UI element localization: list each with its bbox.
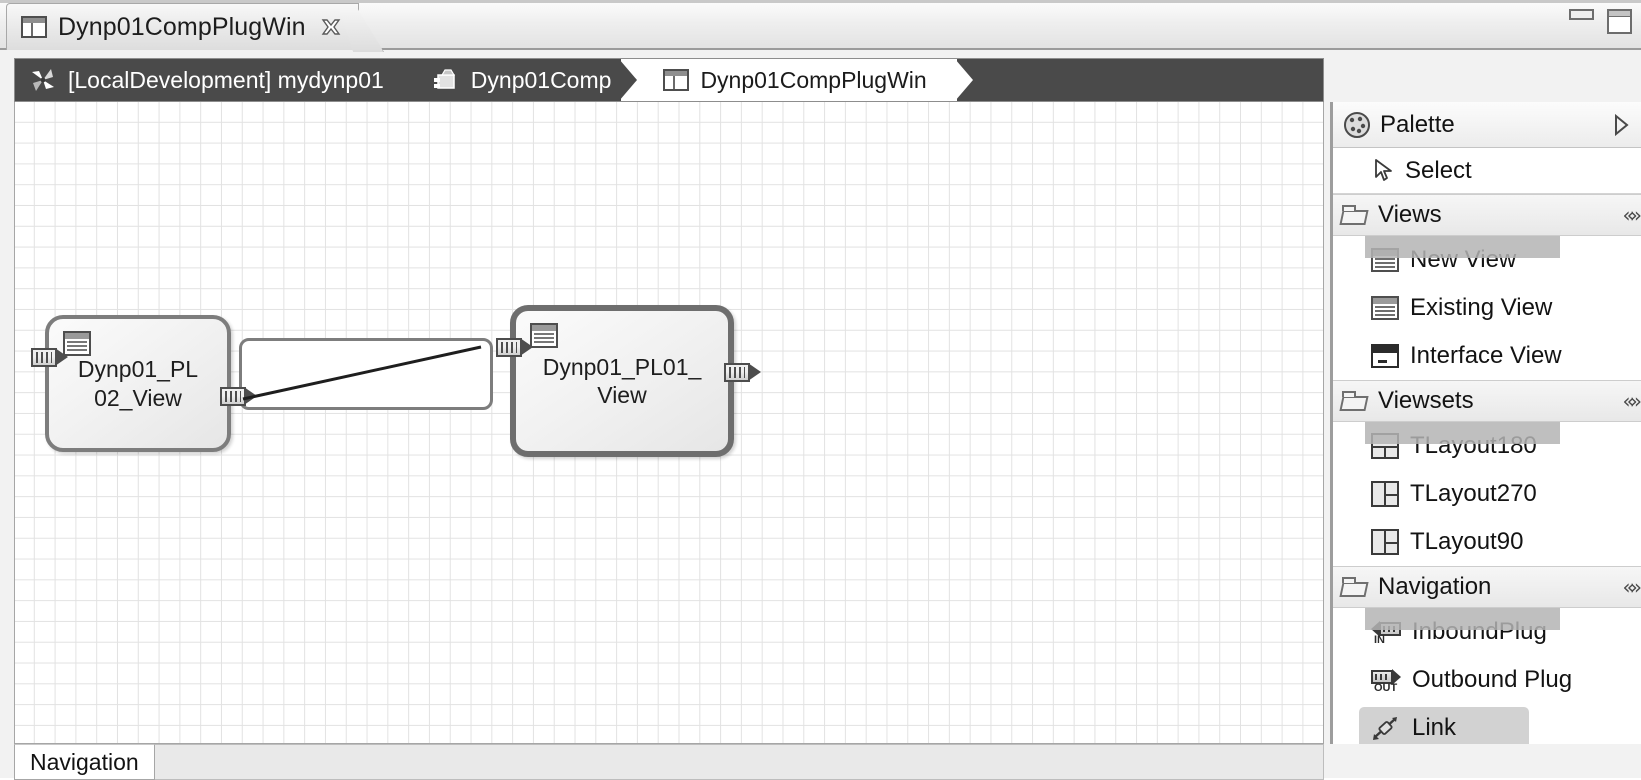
editor-page-tabs: Navigation	[14, 744, 1324, 780]
palette-item-link[interactable]: Link	[1333, 704, 1641, 744]
diagram-canvas-container[interactable]: Dynp01_PL 02_View Dynp01_PL01_ View	[14, 102, 1324, 744]
outbound-plug-icon: OUT	[1371, 668, 1401, 694]
tab-navigation-label: Navigation	[30, 748, 139, 775]
editor-tab-strip: Dynp01CompPlugWin	[0, 0, 1641, 50]
layout90-icon	[1371, 529, 1399, 555]
palette-item-tlayout270[interactable]: TLayout270	[1333, 470, 1641, 518]
palette-item-interface-view-label: Interface View	[1410, 342, 1562, 369]
palette-item-outbound-plug-label: Outbound Plug	[1412, 666, 1573, 693]
palette-item-outbound-plug[interactable]: OUT Outbound Plug	[1333, 656, 1641, 704]
component-icon	[432, 66, 460, 94]
collapse-icon[interactable]: «»	[1623, 203, 1641, 227]
cursor-arrow-icon	[1373, 158, 1395, 184]
close-icon[interactable]	[320, 16, 342, 38]
link-connection-line	[242, 345, 482, 401]
breadcrumb: [LocalDevelopment] mydynp01 Dynp01Comp D…	[14, 58, 1324, 102]
project-pinwheel-icon	[29, 66, 57, 94]
window-controls	[1569, 9, 1632, 34]
editor-tab-dynp01compplugwin[interactable]: Dynp01CompPlugWin	[6, 3, 359, 50]
palette-item-new-view[interactable]: New View	[1333, 236, 1641, 284]
breadcrumb-item-component[interactable]: Dynp01Comp	[417, 59, 622, 101]
folder-open-icon	[1341, 391, 1369, 411]
palette-item-tlayout90-label: TLayout90	[1410, 528, 1524, 555]
layout270-icon	[1371, 481, 1399, 507]
minimize-icon[interactable]	[1569, 9, 1594, 20]
collapse-icon[interactable]: «»	[1623, 389, 1641, 413]
breadcrumb-item-project[interactable]: [LocalDevelopment] mydynp01	[15, 59, 394, 101]
link-icon	[1371, 715, 1401, 741]
folder-open-icon	[1341, 205, 1369, 225]
palette-item-interface-view[interactable]: Interface View	[1333, 332, 1641, 380]
palette-tool-select[interactable]: Select	[1333, 148, 1641, 194]
palette-group-navigation-label: Navigation	[1378, 573, 1492, 600]
tab-strip-filler	[154, 744, 1324, 780]
palette-group-viewsets[interactable]: Viewsets «»	[1333, 380, 1641, 422]
existing-view-icon	[1371, 296, 1399, 320]
palette-group-viewsets-label: Viewsets	[1378, 387, 1474, 414]
breadcrumb-separator-1	[391, 59, 418, 101]
breadcrumb-separator-3	[954, 59, 981, 101]
breadcrumb-label-window: Dynp01CompPlugWin	[700, 66, 927, 93]
tab-navigation[interactable]: Navigation	[14, 744, 155, 780]
palette-item-inbound-plug[interactable]: IN InboundPlug	[1333, 608, 1641, 656]
breadcrumb-label-component: Dynp01Comp	[470, 66, 612, 93]
view-window-icon	[663, 69, 690, 91]
breadcrumb-label-project: [LocalDevelopment] mydynp01	[68, 66, 384, 93]
palette-item-existing-view-label: Existing View	[1410, 294, 1553, 321]
breadcrumb-separator-2	[619, 59, 646, 101]
palette-items-views: New View Existing View Interface View	[1333, 236, 1641, 380]
maximize-icon[interactable]	[1607, 9, 1632, 34]
palette-item-tlayout90[interactable]: TLayout90	[1333, 518, 1641, 566]
palette-tool-select-label: Select	[1405, 156, 1472, 184]
palette-group-views-label: Views	[1378, 201, 1442, 228]
palette-group-views[interactable]: Views «»	[1333, 194, 1641, 236]
view-window-icon	[21, 16, 47, 38]
palette-item-existing-view[interactable]: Existing View	[1333, 284, 1641, 332]
folder-open-icon	[1341, 577, 1369, 597]
editor-tab-label: Dynp01CompPlugWin	[58, 12, 306, 41]
palette-group-navigation[interactable]: Navigation «»	[1333, 566, 1641, 608]
palette-items-navigation: IN InboundPlug OUT Outbound Plug Link	[1333, 608, 1641, 744]
palette-item-tlayout180[interactable]: TLayout180	[1333, 422, 1641, 470]
palette-title: Palette	[1380, 110, 1455, 138]
chevron-right-icon[interactable]	[1613, 113, 1629, 136]
palette-item-link-label: Link	[1412, 714, 1457, 741]
interface-view-icon	[1371, 344, 1399, 368]
palette-panel: Palette Select Views «» New View Existin…	[1330, 102, 1641, 744]
palette-icon	[1343, 111, 1371, 139]
breadcrumb-item-window[interactable]: Dynp01CompPlugWin	[645, 59, 957, 101]
editor-body: [LocalDevelopment] mydynp01 Dynp01Comp D…	[0, 50, 1641, 780]
collapse-icon[interactable]: «»	[1623, 575, 1641, 599]
palette-item-tlayout270-label: TLayout270	[1410, 480, 1537, 507]
palette-header[interactable]: Palette	[1333, 102, 1641, 148]
palette-items-viewsets: TLayout180 TLayout270 TLayout90	[1333, 422, 1641, 566]
eclipse-editor-window: Dynp01CompPlugWin [LocalDevelopment] myd…	[0, 0, 1641, 780]
tab-slant-edge	[337, 3, 384, 52]
